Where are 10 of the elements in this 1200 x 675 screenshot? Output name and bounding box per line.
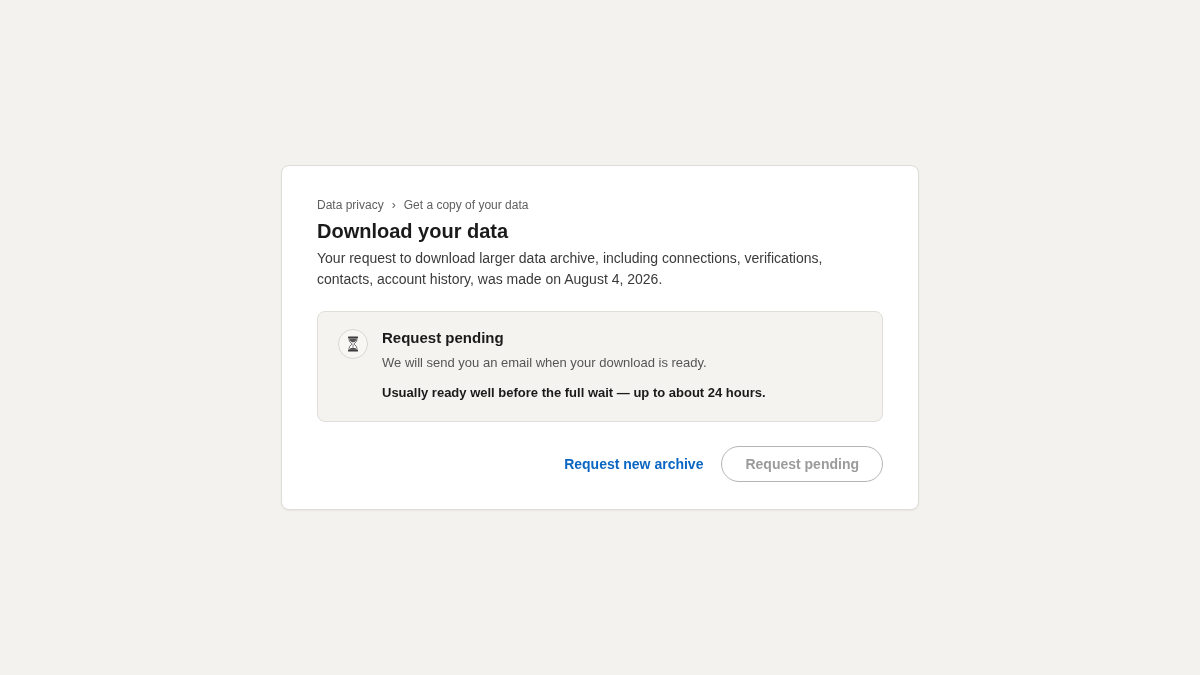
notice-message: We will send you an email when your download is ready. — [382, 354, 708, 372]
hourglass-icon — [338, 329, 368, 359]
description-text: Your request to download larger data archive, including connections, verifications, contacts, account history, was made on August 4, 2026. — [317, 249, 824, 289]
request-link[interactable]: Request new archive — [564, 455, 704, 473]
notice-title: Request pending — [382, 328, 505, 348]
breadcrumb-link[interactable]: Get a copy of your data — [403, 197, 529, 213]
breadcrumb-separator: › — [391, 197, 396, 213]
page-title: Download your data — [317, 219, 510, 244]
breadcrumb-link[interactable]: Data privacy — [317, 197, 384, 213]
notice-note: Usually ready well before the full wait — up to about 24 hours. — [382, 384, 766, 402]
